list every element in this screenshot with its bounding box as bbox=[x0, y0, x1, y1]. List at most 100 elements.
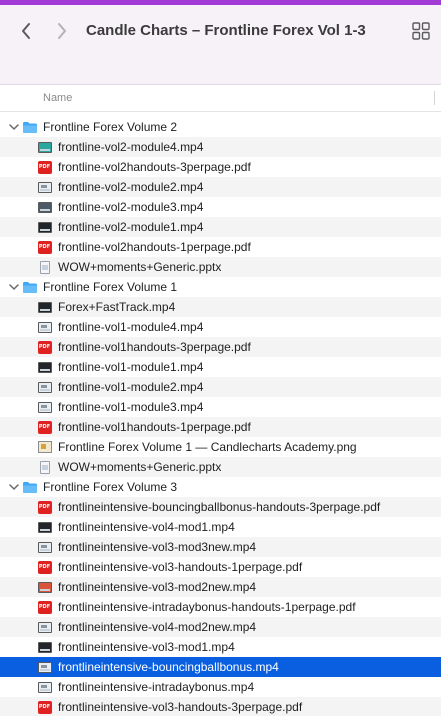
file-name: frontlineintensive-intradaybonus.mp4 bbox=[58, 680, 255, 694]
file-row[interactable]: PDF frontlineintensive-bouncingballbonus-… bbox=[0, 497, 441, 517]
folder-row[interactable]: Frontline Forex Volume 1 bbox=[0, 277, 441, 297]
folder-name: Frontline Forex Volume 2 bbox=[43, 120, 178, 134]
file-row[interactable]: frontline-vol1-module3.mp4 bbox=[0, 397, 441, 417]
video-icon bbox=[37, 400, 52, 414]
video-icon bbox=[37, 140, 52, 154]
pdf-icon: PDF bbox=[37, 600, 52, 614]
video-icon bbox=[37, 300, 52, 314]
file-name: frontlineintensive-vol3-mod3new.mp4 bbox=[58, 540, 257, 554]
video-icon bbox=[37, 380, 52, 394]
disclosure-chevron-icon[interactable] bbox=[9, 483, 19, 491]
file-name: frontlineintensive-bouncingballbonus.mp4 bbox=[58, 660, 279, 674]
window-title: Candle Charts – Frontline Forex Vol 1-3 bbox=[86, 22, 366, 39]
file-row[interactable]: frontline-vol2-module1.mp4 bbox=[0, 217, 441, 237]
file-name: frontline-vol1handouts-1perpage.pdf bbox=[58, 420, 251, 434]
file-row[interactable]: frontline-vol2-module3.mp4 bbox=[0, 197, 441, 217]
file-row[interactable]: frontline-vol2-module2.mp4 bbox=[0, 177, 441, 197]
folder-row[interactable]: Frontline Forex Volume 3 bbox=[0, 477, 441, 497]
file-row[interactable]: frontline-vol1-module1.mp4 bbox=[0, 357, 441, 377]
file-name: frontlineintensive-vol4-mod2new.mp4 bbox=[58, 620, 257, 634]
file-row[interactable]: PDF frontlineintensive-vol3-handouts-3per… bbox=[0, 697, 441, 716]
file-row[interactable]: Forex+FastTrack.mp4 bbox=[0, 297, 441, 317]
file-name: frontline-vol2-module2.mp4 bbox=[58, 180, 204, 194]
file-name: frontline-vol1-module1.mp4 bbox=[58, 360, 204, 374]
file-name: Forex+FastTrack.mp4 bbox=[58, 300, 176, 314]
file-name: Frontline Forex Volume 1 — Candlecharts … bbox=[58, 440, 357, 454]
file-row[interactable]: WOW+moments+Generic.pptx bbox=[0, 457, 441, 477]
column-divider[interactable] bbox=[434, 91, 435, 105]
disclosure-chevron-icon[interactable] bbox=[9, 283, 19, 291]
image-icon bbox=[37, 440, 52, 454]
chevron-right-icon bbox=[58, 23, 66, 39]
file-list: Frontline Forex Volume 2 frontline-vol2-m… bbox=[0, 117, 441, 716]
file-name: WOW+moments+Generic.pptx bbox=[58, 460, 222, 474]
pdf-icon: PDF bbox=[37, 340, 52, 354]
video-icon bbox=[37, 200, 52, 214]
video-icon bbox=[37, 540, 52, 554]
folder-name: Frontline Forex Volume 3 bbox=[43, 480, 178, 494]
file-row[interactable]: frontlineintensive-vol4-mod2new.mp4 bbox=[0, 617, 441, 637]
pdf-icon: PDF bbox=[37, 500, 52, 514]
pptx-icon bbox=[37, 460, 52, 474]
disclosure-chevron-icon[interactable] bbox=[9, 123, 19, 131]
forward-button[interactable] bbox=[50, 19, 74, 43]
file-row[interactable]: frontlineintensive-vol3-mod3new.mp4 bbox=[0, 537, 441, 557]
folder-icon bbox=[22, 281, 38, 294]
pdf-icon: PDF bbox=[37, 560, 52, 574]
file-row[interactable]: PDF frontline-vol1handouts-3perpage.pdf bbox=[0, 337, 441, 357]
file-name: frontlineintensive-vol3-handouts-3perpag… bbox=[58, 700, 303, 714]
pdf-icon: PDF bbox=[37, 160, 52, 174]
video-icon bbox=[37, 180, 52, 194]
chevron-left-icon bbox=[22, 23, 30, 39]
view-mode-button[interactable] bbox=[412, 22, 432, 42]
file-row[interactable]: frontlineintensive-intradaybonus.mp4 bbox=[0, 677, 441, 697]
file-row[interactable]: frontline-vol2-module4.mp4 bbox=[0, 137, 441, 157]
video-icon bbox=[37, 220, 52, 234]
file-name: frontlineintensive-intradaybonus-handout… bbox=[58, 600, 356, 614]
file-name: frontlineintensive-vol3-mod2new.mp4 bbox=[58, 580, 257, 594]
pdf-icon: PDF bbox=[37, 700, 52, 714]
file-row[interactable]: WOW+moments+Generic.pptx bbox=[0, 257, 441, 277]
name-column-header[interactable]: Name bbox=[43, 92, 72, 104]
file-row[interactable]: PDF frontlineintensive-intradaybonus-hand… bbox=[0, 597, 441, 617]
file-name: frontline-vol2-module1.mp4 bbox=[58, 220, 204, 234]
back-button[interactable] bbox=[14, 19, 38, 43]
file-name: frontline-vol1-module2.mp4 bbox=[58, 380, 204, 394]
file-name: WOW+moments+Generic.pptx bbox=[58, 260, 222, 274]
file-row[interactable]: frontlineintensive-bouncingballbonus.mp4 bbox=[0, 657, 441, 677]
file-name: frontline-vol2handouts-1perpage.pdf bbox=[58, 240, 251, 254]
file-name: frontlineintensive-bouncingballbonus-han… bbox=[58, 500, 381, 514]
file-name: frontlineintensive-vol3-mod1.mp4 bbox=[58, 640, 235, 654]
file-row[interactable]: frontlineintensive-vol4-mod1.mp4 bbox=[0, 517, 441, 537]
pptx-icon bbox=[37, 260, 52, 274]
folder-icon bbox=[22, 481, 38, 494]
file-name: frontline-vol2handouts-3perpage.pdf bbox=[58, 160, 251, 174]
video-icon bbox=[37, 640, 52, 654]
file-name: frontline-vol1handouts-3perpage.pdf bbox=[58, 340, 251, 354]
file-name: frontline-vol1-module4.mp4 bbox=[58, 320, 204, 334]
folder-icon bbox=[22, 121, 38, 134]
file-name: frontline-vol2-module3.mp4 bbox=[58, 200, 204, 214]
grid-view-icon bbox=[412, 22, 430, 40]
file-row[interactable]: frontlineintensive-vol3-mod1.mp4 bbox=[0, 637, 441, 657]
file-row[interactable]: PDF frontlineintensive-vol3-handouts-1per… bbox=[0, 557, 441, 577]
folder-name: Frontline Forex Volume 1 bbox=[43, 280, 178, 294]
file-name: frontlineintensive-vol4-mod1.mp4 bbox=[58, 520, 235, 534]
video-icon bbox=[37, 360, 52, 374]
file-row[interactable]: Frontline Forex Volume 1 — Candlecharts … bbox=[0, 437, 441, 457]
video-icon bbox=[37, 660, 52, 674]
file-row[interactable]: PDF frontline-vol2handouts-3perpage.pdf bbox=[0, 157, 441, 177]
video-icon bbox=[37, 580, 52, 594]
video-icon bbox=[37, 320, 52, 334]
file-row[interactable]: PDF frontline-vol2handouts-1perpage.pdf bbox=[0, 237, 441, 257]
file-row[interactable]: frontlineintensive-vol3-mod2new.mp4 bbox=[0, 577, 441, 597]
pdf-icon: PDF bbox=[37, 240, 52, 254]
file-name: frontline-vol1-module3.mp4 bbox=[58, 400, 204, 414]
folder-row[interactable]: Frontline Forex Volume 2 bbox=[0, 117, 441, 137]
file-row[interactable]: frontline-vol1-module4.mp4 bbox=[0, 317, 441, 337]
video-icon bbox=[37, 680, 52, 694]
file-name: frontlineintensive-vol3-handouts-1perpag… bbox=[58, 560, 303, 574]
file-row[interactable]: PDF frontline-vol1handouts-1perpage.pdf bbox=[0, 417, 441, 437]
toolbar: Candle Charts – Frontline Forex Vol 1-3 bbox=[0, 5, 441, 85]
file-row[interactable]: frontline-vol1-module2.mp4 bbox=[0, 377, 441, 397]
